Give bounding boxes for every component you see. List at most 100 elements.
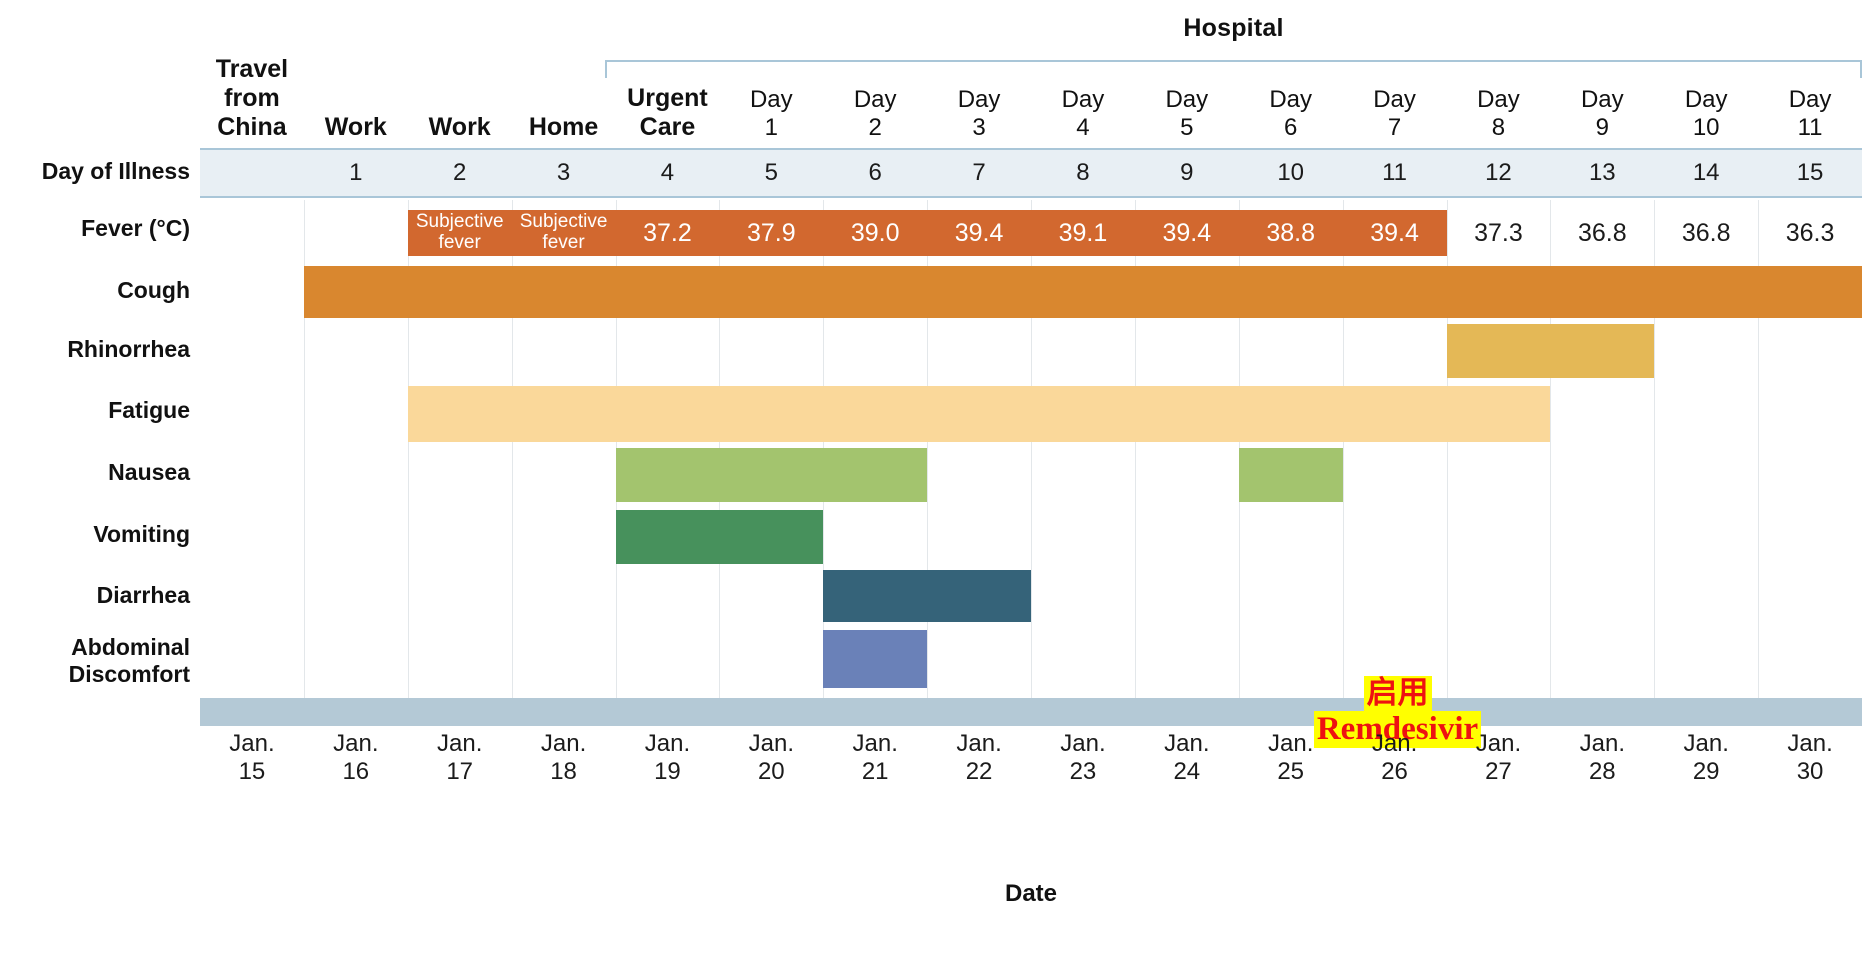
row-label-fatigue: Fatigue [0,380,190,442]
fever-value-cell: 39.4 [1343,210,1447,256]
column-header-line: Home [528,113,599,141]
row-label-fever: Fever (°C) [0,196,190,262]
row-label-text: Vomiting [93,521,190,548]
fever-value-text: 39.4 [954,218,1004,247]
row-label-text: Discomfort [68,661,190,687]
column-header-line: Care [639,113,696,141]
symptom-bar-cough [303,266,1862,318]
day-of-illness-cell: 11 [1382,159,1408,186]
column-header-line: 9 [1595,114,1609,142]
row-label-cough: Cough [0,262,190,320]
row-label-day-of-illness: Day of Illness [0,148,190,196]
row-label-text: Diarrhea [96,582,190,609]
day-of-illness-cell: 2 [453,159,467,186]
fever-value-text: 39.1 [1058,218,1108,247]
row-label-text: Nausea [108,459,190,486]
column-header-line: Day [749,86,793,114]
row-label-text: Fatigue [108,397,190,424]
column-header-9: Day 4 [1031,52,1135,144]
column-header-12: Day 7 [1343,52,1447,144]
column-header-11: Day 6 [1239,52,1343,144]
date-month: Jan. [1060,730,1106,757]
day-of-illness-cell: 12 [1485,159,1512,186]
column-header-line: Day [1684,86,1728,114]
column-header-line: 3 [972,114,986,142]
fever-value-text: Subjective fever [415,211,504,253]
date-month: Jan. [1683,730,1729,757]
date-day: 29 [1692,758,1720,786]
column-header-line: 7 [1387,114,1402,142]
date-label: Jan. 25 [1239,730,1343,802]
day-of-illness-cell: 10 [1277,159,1305,186]
column-header-4: Home [512,52,616,144]
column-header-5: Urgent Care [616,52,720,144]
row-label-text: Abdominal [71,633,190,660]
fever-value-text: 36.8 [1681,218,1731,247]
column-header-line: Day [1477,86,1520,114]
date-label: Jan. 27 [1447,730,1551,802]
column-header-line: China [217,113,287,141]
day-of-illness-cell: 15 [1796,159,1824,186]
row-label-text: Fever (°C) [81,215,190,242]
column-header-line: Day [1061,86,1105,114]
fever-value-cell: Subjective fever [512,210,616,256]
fever-value-cell: 39.1 [1031,210,1135,256]
timeline-grid: 1 2 3 4 5 6 7 8 9 10 11 12 13 14 15 Subjective fever Sub… [200,148,1862,726]
date-day: 20 [757,758,785,786]
fever-value-cell: 36.8 [1550,210,1654,256]
date-month: Jan. [1268,730,1314,757]
day-of-illness-cell: 8 [1076,159,1090,186]
date-label: Jan. 19 [616,730,720,802]
date-day: 17 [446,758,474,786]
date-axis-title: Date [1004,880,1058,907]
date-month: Jan. [956,730,1002,757]
column-header-line: 11 [1797,114,1823,142]
day-of-illness-cell: 6 [868,159,882,186]
symptom-bar-abdominal-discomfort [823,630,928,688]
date-label: Jan. 28 [1550,730,1654,802]
column-header-line: Travel [215,55,289,83]
bottom-band [200,698,1862,726]
day-of-illness-cell: 13 [1588,159,1616,186]
column-header-14: Day 9 [1550,52,1654,144]
day-of-illness-band: 1 2 3 4 5 6 7 8 9 10 11 12 13 14 15 [200,150,1862,198]
date-label: Jan. 15 [200,730,304,802]
row-label-nausea: Nausea [0,442,190,504]
column-header-line: 2 [868,114,882,142]
day-of-illness-cell: 9 [1180,159,1194,186]
date-label: Jan. 30 [1758,730,1862,802]
fever-value-text: 39.4 [1162,218,1212,247]
column-header-line: 6 [1284,114,1298,142]
column-header-10: Day 5 [1135,52,1239,144]
date-month: Jan. [437,730,483,757]
column-header-15: Day 10 [1654,52,1758,144]
date-day: 26 [1381,758,1408,786]
day-of-illness-cell: 1 [349,159,363,186]
date-month: Jan. [333,730,379,757]
column-header-2: Work [304,52,408,144]
column-header-16: Day 11 [1758,52,1862,144]
date-label: Jan. 29 [1654,730,1758,802]
column-header-line: Day [1788,86,1832,114]
fever-value-cell: 39.4 [1135,210,1239,256]
date-month: Jan. [644,730,691,757]
date-label: Jan. 20 [719,730,823,802]
column-header-13: Day 8 [1447,52,1551,144]
day-of-illness-cell: 3 [556,159,571,186]
row-label-abdominal: Abdominal Discomfort [0,626,190,696]
fever-value-cell: 39.4 [927,210,1031,256]
symptom-bar-vomiting [615,510,824,564]
date-month: Jan. [229,730,275,757]
symptom-bar-fatigue [407,386,1551,442]
column-header-line: 5 [1180,114,1194,142]
column-header-line: Day [1269,86,1313,114]
fever-value-text: 39.0 [850,218,900,247]
day-of-illness-cell: 7 [972,159,986,186]
fever-value-text: Subjective fever [519,211,608,253]
date-label: Jan. 16 [304,730,408,802]
date-month: Jan. [748,730,794,757]
fever-value-cell: 36.8 [1654,210,1758,256]
column-header-8: Day 3 [927,52,1031,144]
date-month: Jan. [1787,730,1833,757]
column-header-line: 4 [1076,114,1090,142]
